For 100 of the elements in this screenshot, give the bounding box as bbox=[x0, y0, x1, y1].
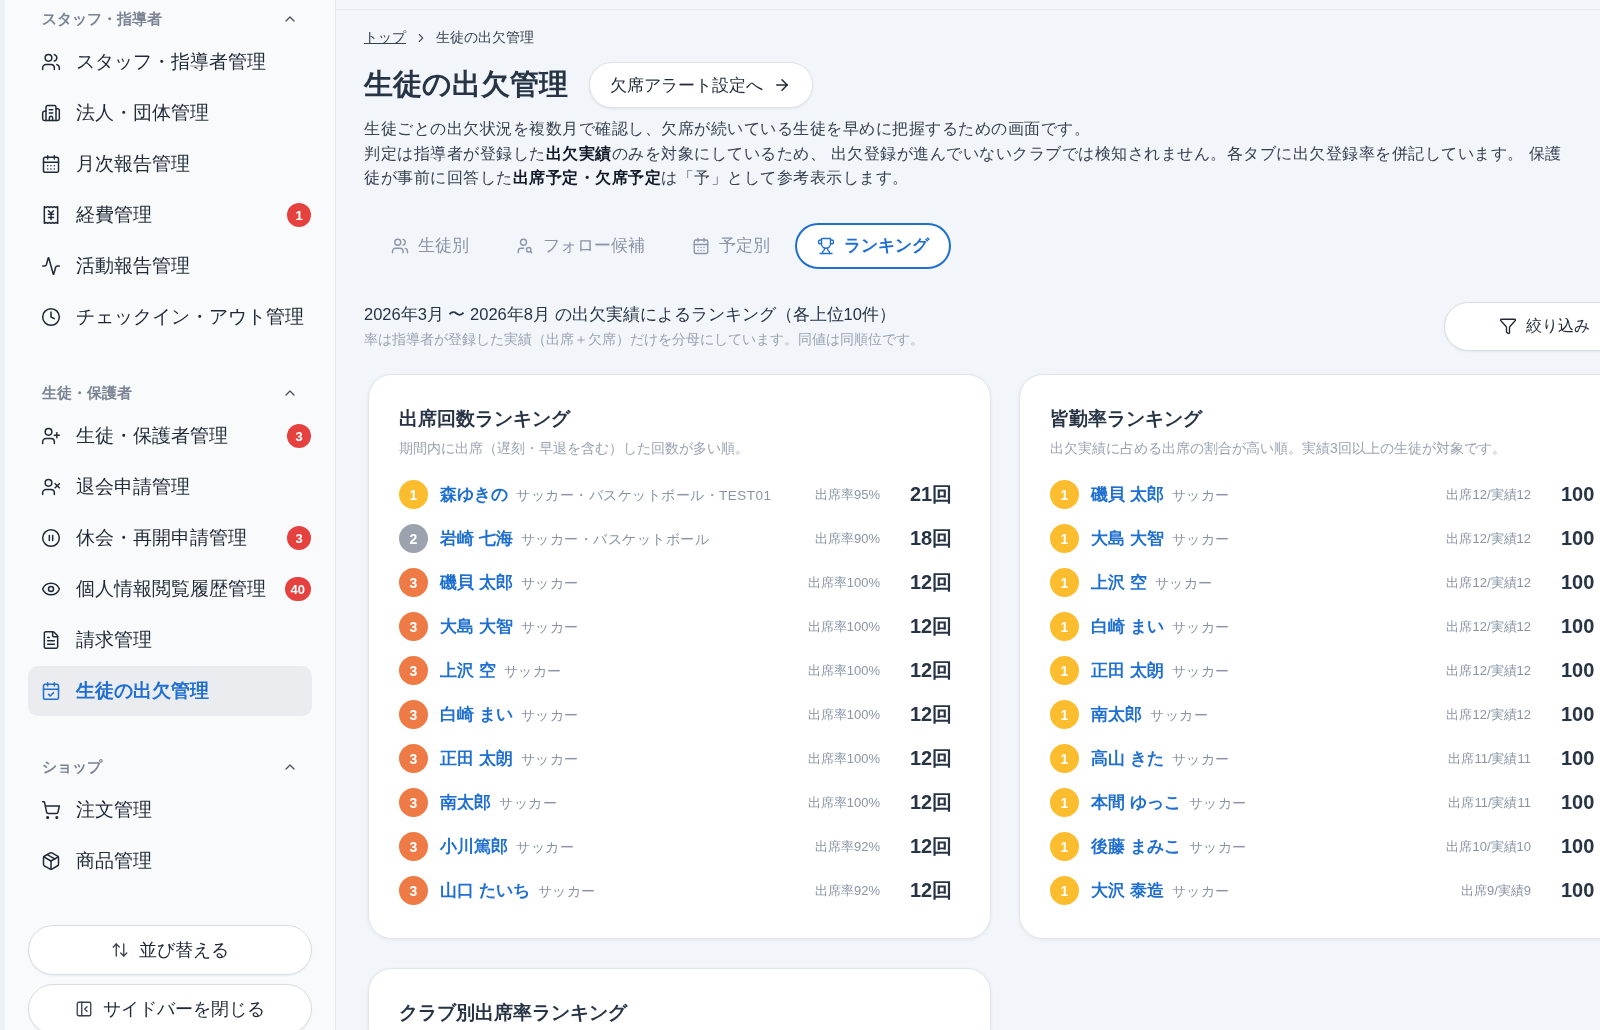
package-icon bbox=[41, 851, 61, 871]
attendance-rate: 出席率92% bbox=[814, 837, 880, 856]
panel-close-icon bbox=[75, 1000, 93, 1018]
tab[interactable]: 予定別 bbox=[670, 222, 792, 269]
attendance-rate: 出席12/実績12 bbox=[1446, 573, 1531, 592]
tab[interactable]: 生徒別 bbox=[369, 222, 491, 269]
club-text: サッカー bbox=[520, 575, 579, 593]
student-name-link[interactable]: 上沢 空 bbox=[440, 659, 496, 682]
range-title: 2026年3月 〜 2026年8月 の出欠実績によるランキング（各上位10件） bbox=[364, 304, 897, 325]
sidebar-item[interactable]: 経費管理 1 bbox=[28, 190, 312, 240]
rank-badge: 1 bbox=[1050, 568, 1079, 597]
student-name-link[interactable]: 白崎 まい bbox=[440, 703, 513, 726]
sidebar-item[interactable]: 生徒の出欠管理 bbox=[28, 666, 312, 716]
user-x-icon bbox=[41, 477, 61, 497]
student-name-link[interactable]: 白崎 まい bbox=[1091, 615, 1164, 638]
ranking-value: 12回 bbox=[910, 746, 954, 771]
club-text: サッカー bbox=[1154, 575, 1213, 593]
ranking-value: 100 bbox=[1561, 835, 1596, 858]
ranking-value: 100 bbox=[1561, 791, 1596, 814]
attendance-rate: 出席12/実績12 bbox=[1446, 485, 1531, 504]
student-name-link[interactable]: 岩崎 七海 bbox=[440, 527, 513, 550]
page-title: 生徒の出欠管理 bbox=[364, 67, 568, 102]
count-badge: 3 bbox=[287, 526, 311, 550]
count-badge: 3 bbox=[287, 424, 311, 448]
pause-circle-icon bbox=[41, 528, 61, 548]
ranking-value: 100 bbox=[1561, 879, 1596, 902]
sidebar-item[interactable]: スタッフ・指導者管理 bbox=[28, 37, 312, 87]
rank-badge: 1 bbox=[1050, 876, 1079, 905]
student-name-link[interactable]: 森ゆきの bbox=[440, 483, 508, 506]
club-text: サッカー bbox=[520, 751, 579, 769]
sidebar-item[interactable]: 活動報告管理 bbox=[28, 241, 312, 291]
club-text: サッカー bbox=[1150, 707, 1208, 725]
calendar-icon bbox=[41, 154, 61, 174]
range-note: 率は指導者が登録した実績（出席＋欠席）だけを分母にしています。同値は同順位です。 bbox=[364, 331, 924, 349]
sidebar-item[interactable]: 生徒・保護者管理 3 bbox=[28, 411, 312, 461]
sort-button[interactable]: 並び替える bbox=[28, 925, 312, 975]
attendance-rate: 出席12/実績12 bbox=[1446, 705, 1531, 724]
count-badge: 1 bbox=[287, 203, 311, 227]
filter-button[interactable]: 絞り込み bbox=[1444, 301, 1600, 351]
sidebar-item[interactable]: 個人情報閲覧履歴管理 40 bbox=[28, 564, 312, 614]
section-header[interactable]: 生徒・保護者 bbox=[28, 376, 312, 410]
club-text: サッカー bbox=[1171, 619, 1230, 637]
student-name-link[interactable]: 大島 大智 bbox=[1091, 527, 1164, 550]
attendance-rate: 出席率100% bbox=[807, 705, 880, 724]
club-text: サッカー bbox=[520, 707, 579, 725]
close-sidebar-button[interactable]: サイドバーを閉じる bbox=[28, 984, 312, 1030]
ranking-value: 18回 bbox=[910, 526, 954, 551]
sidebar-item[interactable]: 休会・再開申請管理 3 bbox=[28, 513, 312, 563]
rank-badge: 3 bbox=[399, 788, 428, 817]
student-name-link[interactable]: 正田 太朗 bbox=[440, 747, 513, 770]
attendance-rate: 出席12/実績12 bbox=[1446, 529, 1531, 548]
users-icon bbox=[391, 236, 409, 255]
yen-receipt-icon bbox=[41, 205, 61, 225]
card-title: クラブ別出席率ランキング bbox=[399, 1000, 629, 1025]
alert-settings-button[interactable]: 欠席アラート設定へ bbox=[589, 62, 813, 108]
student-name-link[interactable]: 大島 大智 bbox=[440, 615, 513, 638]
section-header[interactable]: ショップ bbox=[28, 750, 312, 784]
student-name-link[interactable]: 本間 ゆっこ bbox=[1091, 791, 1181, 814]
rank-badge: 1 bbox=[1050, 612, 1079, 641]
card-title: 出席回数ランキング bbox=[399, 406, 572, 431]
student-name-link[interactable]: 山口 たいち bbox=[440, 879, 530, 902]
club-text: サッカー bbox=[1171, 751, 1230, 769]
student-name-link[interactable]: 上沢 空 bbox=[1091, 571, 1147, 594]
attendance-rate: 出席10/実績10 bbox=[1446, 837, 1531, 856]
ranking-value: 100 bbox=[1561, 571, 1596, 594]
student-name-link[interactable]: 正田 太朗 bbox=[1091, 659, 1164, 682]
rank-badge: 1 bbox=[1050, 656, 1079, 685]
sidebar-item[interactable]: チェックイン・アウト管理 bbox=[28, 292, 312, 342]
sidebar-item[interactable]: 請求管理 bbox=[28, 615, 312, 665]
student-name-link[interactable]: 磯貝 太郎 bbox=[440, 571, 513, 594]
tab[interactable]: フォロー候補 bbox=[494, 222, 667, 269]
club-text: サッカー bbox=[499, 795, 557, 813]
count-badge: 40 bbox=[284, 577, 311, 601]
club-text: サッカー bbox=[1188, 795, 1247, 813]
student-name-link[interactable]: 後藤 まみこ bbox=[1091, 835, 1181, 858]
ranking-value: 12回 bbox=[910, 658, 954, 683]
tab[interactable]: ランキング bbox=[795, 222, 951, 269]
attendance-rate: 出席率92% bbox=[814, 881, 880, 900]
sidebar-item[interactable]: 注文管理 bbox=[28, 785, 312, 835]
ranking-value: 12回 bbox=[910, 834, 954, 859]
rank-badge: 1 bbox=[1050, 480, 1079, 509]
student-name-link[interactable]: 高山 きた bbox=[1091, 747, 1164, 770]
sidebar-item[interactable]: 商品管理 bbox=[28, 836, 312, 886]
rank-badge: 3 bbox=[399, 656, 428, 685]
student-name-link[interactable]: 磯貝 太郎 bbox=[1091, 483, 1164, 506]
student-name-link[interactable]: 小川篤郎 bbox=[440, 835, 508, 858]
sidebar-item[interactable]: 退会申請管理 bbox=[28, 462, 312, 512]
sidebar-item[interactable]: 法人・団体管理 bbox=[28, 88, 312, 138]
attendance-rate: 出席率100% bbox=[807, 749, 880, 768]
arrow-right-icon bbox=[773, 76, 791, 94]
rank-badge: 2 bbox=[399, 524, 428, 553]
club-text: サッカー bbox=[1171, 487, 1230, 505]
attendance-rate: 出席率100% bbox=[807, 617, 880, 636]
student-name-link[interactable]: 南太郎 bbox=[440, 791, 491, 814]
sidebar-item[interactable]: 月次報告管理 bbox=[28, 139, 312, 189]
student-name-link[interactable]: 南太郎 bbox=[1091, 703, 1142, 726]
section-header[interactable]: スタッフ・指導者 bbox=[28, 2, 312, 36]
student-name-link[interactable]: 大沢 泰造 bbox=[1091, 879, 1164, 902]
cart-icon bbox=[41, 800, 61, 820]
breadcrumb-link[interactable]: トップ bbox=[364, 29, 406, 47]
